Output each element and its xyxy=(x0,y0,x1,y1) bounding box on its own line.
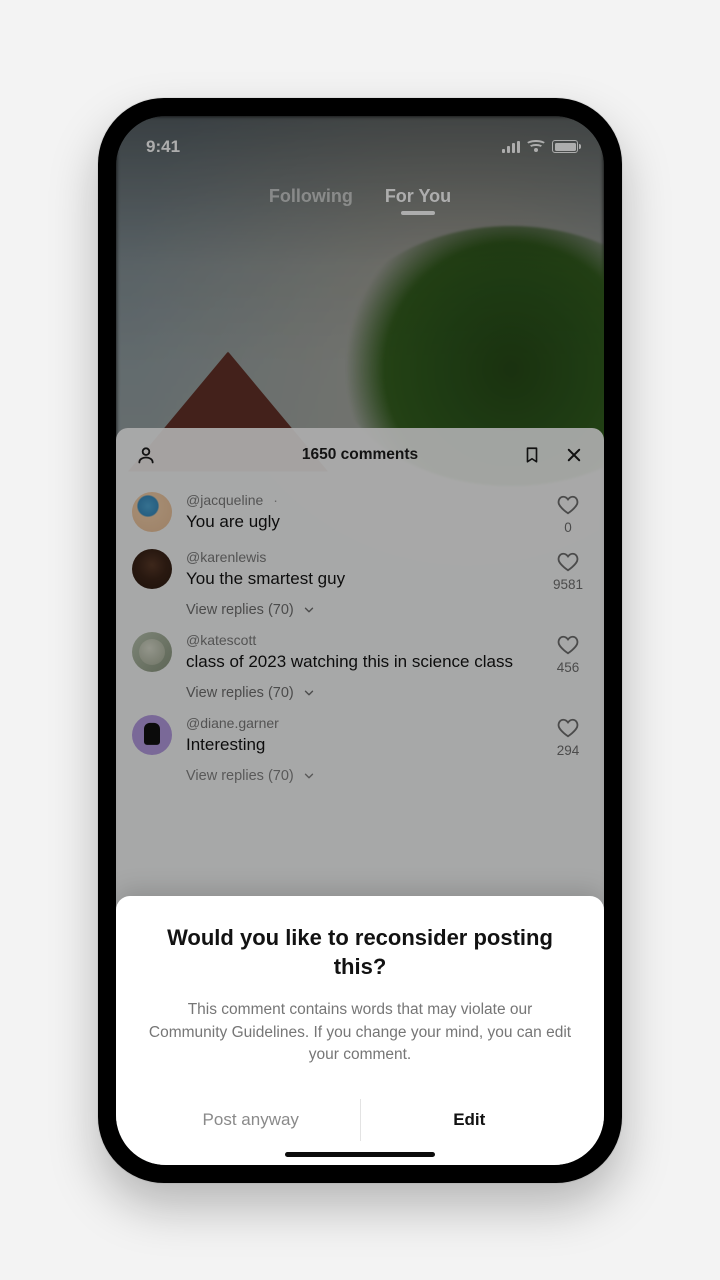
reconsider-prompt-sheet: Would you like to reconsider posting thi… xyxy=(116,896,604,1165)
edit-button[interactable]: Edit xyxy=(361,1093,579,1147)
post-anyway-button[interactable]: Post anyway xyxy=(142,1093,360,1147)
prompt-title: Would you like to reconsider posting thi… xyxy=(142,924,578,981)
prompt-actions: Post anyway Edit xyxy=(142,1093,578,1147)
screen: 9:41 Following For You 1650 comment xyxy=(116,116,604,1165)
home-indicator[interactable] xyxy=(285,1152,435,1157)
prompt-body: This comment contains words that may vio… xyxy=(142,999,578,1066)
device-frame: 9:41 Following For You 1650 comment xyxy=(98,98,622,1183)
